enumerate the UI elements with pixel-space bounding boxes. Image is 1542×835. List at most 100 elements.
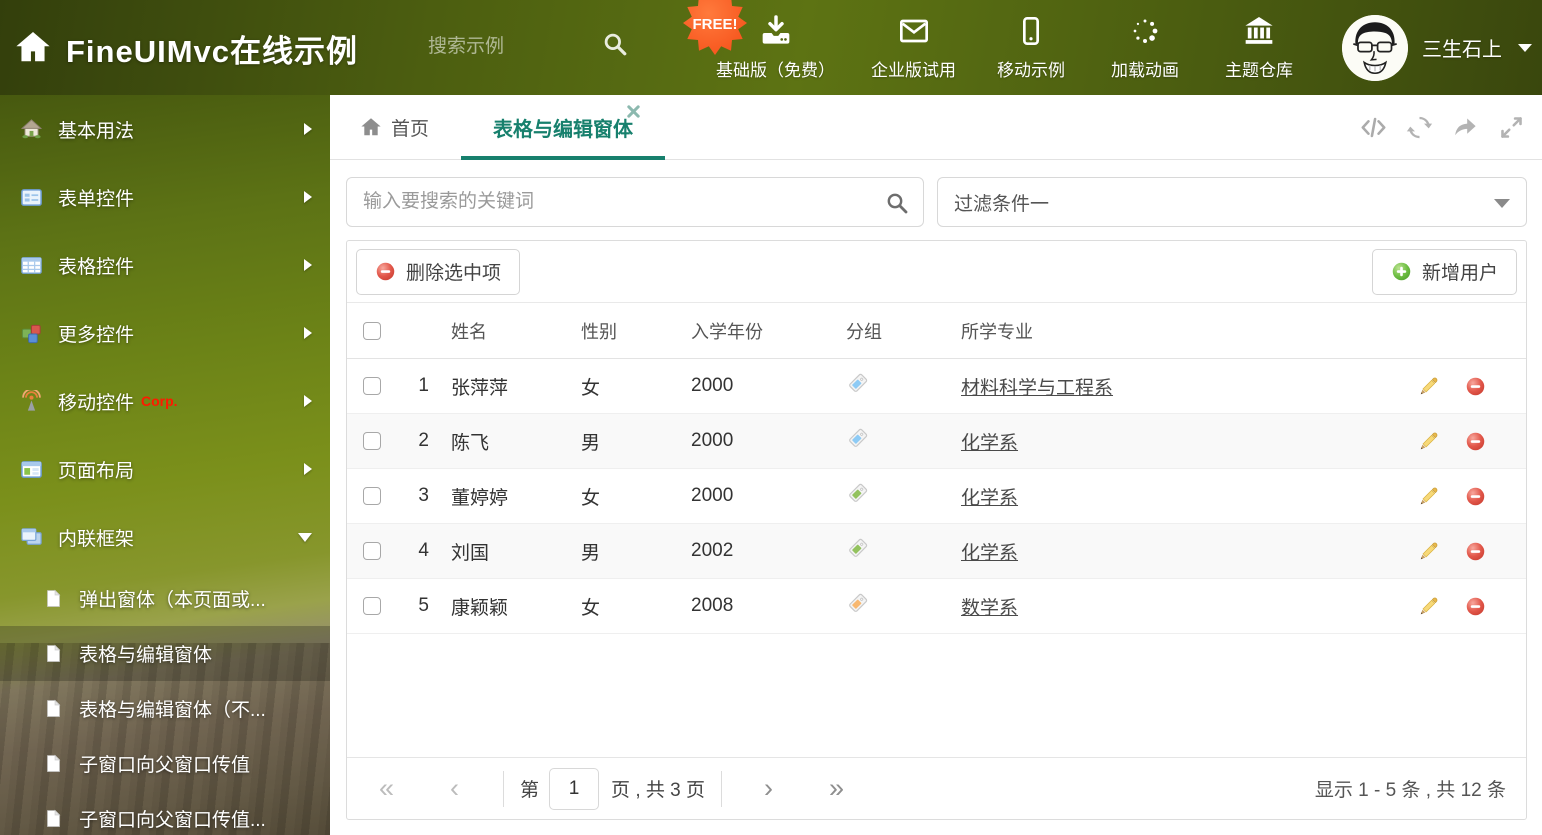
- app-header: FineUIMvc在线示例 FREE!: [0, 0, 1542, 95]
- edit-icon[interactable]: [1418, 376, 1439, 397]
- free-badge: FREE!: [683, 0, 747, 55]
- first-page-button[interactable]: «: [379, 775, 394, 802]
- nav-label: 基础版（免费）: [716, 60, 835, 80]
- delete-icon[interactable]: [1465, 376, 1486, 397]
- app-window: FineUIMvc在线示例 FREE!: [0, 0, 1542, 835]
- delete-selected-button[interactable]: 删除选中项: [356, 248, 521, 295]
- row-checkbox[interactable]: [363, 542, 381, 560]
- sidebar-item-grid-controls[interactable]: 表格控件: [0, 231, 330, 299]
- expand-icon[interactable]: [1498, 114, 1525, 141]
- chevron-down-icon: [298, 532, 312, 542]
- tag-icon: [849, 428, 868, 447]
- delete-icon[interactable]: [1465, 431, 1486, 452]
- column-header-year[interactable]: 入学年份: [677, 318, 832, 344]
- page-icon: [47, 699, 61, 717]
- plus-circle-icon: [1392, 262, 1411, 281]
- row-number: 1: [418, 375, 429, 396]
- major-link[interactable]: 化学系: [961, 488, 1018, 509]
- sidebar: 基本用法 表单控件 表格控件 更多控件 移动控件 Corp. 页面布局 内联框架…: [0, 95, 330, 835]
- column-header-major[interactable]: 所学专业: [947, 318, 1376, 344]
- prev-page-button[interactable]: ‹: [450, 775, 459, 802]
- keyword-search-input[interactable]: [347, 178, 923, 226]
- user-menu[interactable]: 三生石上: [1342, 0, 1532, 95]
- column-header-group[interactable]: 分组: [832, 318, 947, 344]
- sidebar-subitem-popup-window[interactable]: 弹出窗体（本页面或...: [0, 571, 330, 626]
- header-search-input[interactable]: [428, 30, 578, 64]
- column-header-gender[interactable]: 性别: [567, 318, 677, 344]
- page-number-input[interactable]: [549, 767, 600, 810]
- major-link[interactable]: 化学系: [961, 433, 1018, 454]
- cell-gender: 女: [581, 487, 601, 509]
- share-icon[interactable]: [1452, 114, 1479, 141]
- add-user-button[interactable]: 新增用户: [1371, 248, 1517, 295]
- filter-dropdown-value: 过滤条件一: [954, 193, 1050, 215]
- delete-icon[interactable]: [1465, 596, 1486, 617]
- sidebar-item-basic-usage[interactable]: 基本用法: [0, 95, 330, 163]
- download-icon: [762, 14, 789, 44]
- major-link[interactable]: 数学系: [961, 598, 1018, 619]
- nav-loading-animation[interactable]: 加载动画: [1106, 15, 1184, 81]
- nav-theme-store[interactable]: 主题仓库: [1220, 15, 1298, 81]
- sidebar-subitem-child-to-parent-2[interactable]: 子窗口向父窗口传值...: [0, 791, 330, 835]
- form-icon: [21, 188, 42, 206]
- table-row[interactable]: 2 陈飞 男 2000 化学系: [347, 414, 1526, 469]
- nav-mobile-demo[interactable]: 移动示例: [992, 15, 1070, 81]
- major-link[interactable]: 材料科学与工程系: [961, 378, 1113, 399]
- sidebar-subitem-child-to-parent[interactable]: 子窗口向父窗口传值: [0, 736, 330, 791]
- search-icon[interactable]: [885, 191, 909, 215]
- last-page-button[interactable]: »: [829, 775, 844, 802]
- table-row[interactable]: 5 康颖颖 女 2008 数学系: [347, 579, 1526, 634]
- button-label: 删除选中项: [406, 263, 502, 284]
- source-code-icon[interactable]: [1360, 114, 1387, 141]
- home-icon[interactable]: [14, 28, 52, 66]
- edit-icon[interactable]: [1418, 431, 1439, 452]
- sidebar-item-page-layout[interactable]: 页面布局: [0, 435, 330, 503]
- sidebar-subitem-label: 子窗口向父窗口传值: [79, 755, 251, 776]
- sidebar-item-form-controls[interactable]: 表单控件: [0, 163, 330, 231]
- cell-gender: 男: [581, 432, 601, 454]
- nav-enterprise-trial[interactable]: 企业版试用: [871, 15, 956, 81]
- cubes-icon: [21, 324, 41, 343]
- page-icon: [47, 589, 61, 607]
- row-number: 2: [418, 430, 429, 451]
- delete-icon[interactable]: [1465, 541, 1486, 562]
- table-header: 姓名 性别 入学年份 分组 所学专业: [347, 303, 1526, 359]
- select-all-checkbox[interactable]: [363, 321, 381, 340]
- row-checkbox[interactable]: [363, 597, 381, 615]
- minus-circle-icon: [376, 262, 395, 281]
- user-name: 三生石上: [1422, 39, 1502, 61]
- table-row[interactable]: 4 刘国 男 2002 化学系: [347, 524, 1526, 579]
- close-icon[interactable]: [626, 104, 641, 119]
- delete-icon[interactable]: [1465, 486, 1486, 507]
- nav-label: 主题仓库: [1225, 60, 1293, 80]
- table-row[interactable]: 1 张萍萍 女 2000 材料科学与工程系: [347, 359, 1526, 414]
- sidebar-item-mobile-controls[interactable]: 移动控件 Corp.: [0, 367, 330, 435]
- row-checkbox[interactable]: [363, 377, 381, 395]
- table-row[interactable]: 3 董婷婷 女 2000 化学系: [347, 469, 1526, 524]
- nav-label: 企业版试用: [871, 60, 956, 80]
- row-checkbox[interactable]: [363, 487, 381, 505]
- sidebar-subitem-grid-edit-window-2[interactable]: 表格与编辑窗体（不...: [0, 681, 330, 736]
- major-link[interactable]: 化学系: [961, 543, 1018, 564]
- tab-grid-edit-window[interactable]: 表格与编辑窗体: [461, 95, 666, 160]
- edit-icon[interactable]: [1418, 486, 1439, 507]
- spinner-icon: [1133, 19, 1158, 43]
- page-label-prefix: 第: [520, 780, 540, 801]
- pagination-bar: « ‹ 第 页 , 共 3 页 › » 显示 1 - 5 条 , 共 12 条: [347, 757, 1526, 819]
- record-count-summary: 显示 1 - 5 条 , 共 12 条: [1314, 780, 1506, 801]
- row-checkbox[interactable]: [363, 432, 381, 450]
- column-header-name[interactable]: 姓名: [437, 318, 567, 344]
- sidebar-item-iframe[interactable]: 内联框架: [0, 503, 330, 571]
- refresh-icon[interactable]: [1406, 114, 1433, 141]
- edit-icon[interactable]: [1418, 541, 1439, 562]
- tab-home[interactable]: 首页: [360, 114, 429, 141]
- sidebar-item-more-controls[interactable]: 更多控件: [0, 299, 330, 367]
- sidebar-subitem-label: 表格与编辑窗体: [79, 645, 213, 666]
- filter-dropdown[interactable]: 过滤条件一: [937, 177, 1527, 227]
- header-search-icon[interactable]: [602, 31, 628, 57]
- sidebar-subitem-grid-edit-window[interactable]: 表格与编辑窗体: [0, 626, 330, 681]
- next-page-button[interactable]: ›: [764, 775, 773, 802]
- chevron-down-icon: [1494, 199, 1510, 208]
- edit-icon[interactable]: [1418, 596, 1439, 617]
- nav-label: 加载动画: [1111, 60, 1179, 80]
